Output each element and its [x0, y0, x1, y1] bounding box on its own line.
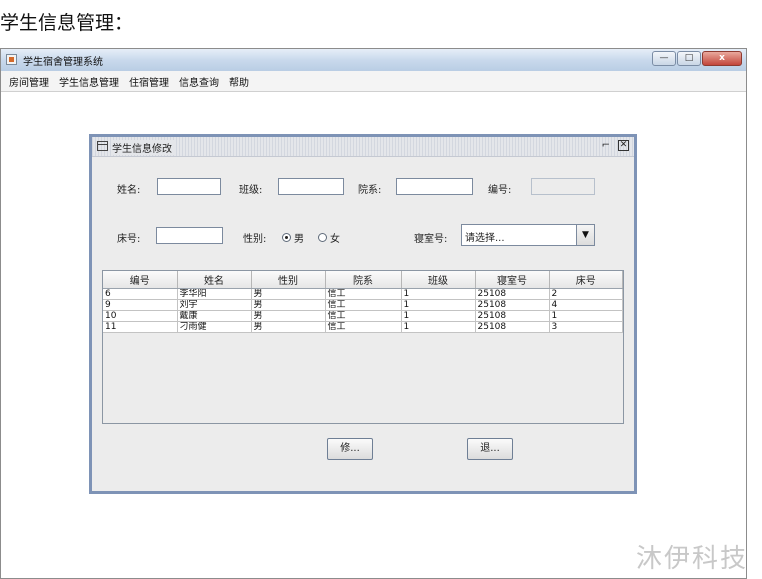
cell-dept: 信工: [325, 288, 402, 300]
class-field[interactable]: [278, 178, 344, 195]
cell-dept: 信工: [325, 321, 402, 333]
close-icon: x: [719, 53, 725, 63]
department-label: 院系:: [358, 185, 382, 196]
department-field[interactable]: [396, 178, 473, 195]
cell-bed: 4: [549, 299, 623, 311]
cell-id: 6: [103, 288, 178, 300]
cell-class: 1: [401, 321, 476, 333]
bed-field[interactable]: [156, 227, 223, 244]
cell-room: 25108: [475, 321, 550, 333]
cell-bed: 1: [549, 310, 623, 322]
menu-room-management[interactable]: 房间管理: [9, 74, 49, 89]
cell-bed: 2: [549, 288, 623, 300]
table-row[interactable]: 6 李华阳 男 信工 1 25108 2: [103, 288, 623, 300]
minimize-button[interactable]: —: [652, 51, 676, 66]
gender-female-label: 女: [330, 234, 340, 245]
frame-icon: [97, 141, 108, 151]
room-select-value: 请选择...: [465, 233, 505, 244]
window-titlebar[interactable]: 学生宿舍管理系统 — □ x: [1, 49, 746, 72]
dialog-title: 学生信息修改: [112, 140, 174, 155]
cell-dept: 信工: [325, 310, 402, 322]
table-row[interactable]: 9 刘宇 男 信工 1 25108 4: [103, 299, 623, 311]
gender-male-label: 男: [294, 234, 304, 245]
cell-room: 25108: [475, 288, 550, 300]
cell-name: 李华阳: [177, 288, 252, 300]
window-controls: — □ x: [652, 51, 742, 66]
cell-name: 刘宇: [177, 299, 252, 311]
gender-male-radio[interactable]: 男: [282, 230, 304, 245]
student-table: 编号 姓名 性别 院系 班级 寝室号 床号 6 李华阳 男 信工 1 25108: [102, 270, 624, 424]
column-header[interactable]: 班级: [401, 271, 476, 289]
exit-button[interactable]: 退...: [467, 438, 513, 460]
cell-id: 9: [103, 299, 178, 311]
room-label: 寝室号:: [414, 234, 448, 245]
app-icon: [6, 54, 17, 65]
name-label: 姓名:: [117, 185, 141, 196]
menu-bar: 房间管理 学生信息管理 住宿管理 信息查询 帮助: [1, 71, 746, 92]
cell-room: 25108: [475, 299, 550, 311]
column-header[interactable]: 编号: [103, 271, 178, 289]
cell-id: 11: [103, 321, 178, 333]
id-field: [531, 178, 595, 195]
id-label: 编号:: [488, 185, 512, 196]
maximize-icon: □: [684, 53, 694, 63]
cell-name: 戴康: [177, 310, 252, 322]
cell-class: 1: [401, 310, 476, 322]
menu-info-query[interactable]: 信息查询: [179, 74, 219, 89]
dropdown-arrow-icon[interactable]: ▼: [576, 225, 594, 245]
radio-selected-icon: [282, 233, 291, 242]
cell-dept: 信工: [325, 299, 402, 311]
modify-button[interactable]: 修...: [327, 438, 373, 460]
gender-label: 性别:: [243, 234, 267, 245]
column-header[interactable]: 院系: [325, 271, 402, 289]
room-select[interactable]: 请选择... ▼: [461, 224, 595, 246]
column-header[interactable]: 床号: [549, 271, 623, 289]
cell-gender: 男: [251, 288, 326, 300]
student-edit-dialog: 学生信息修改 ⌐ ✕ 姓名: 班级: 院系: 编号: 床号: 性别: 男 女 寝…: [89, 134, 637, 494]
minimize-icon: —: [659, 53, 669, 63]
cell-room: 25108: [475, 310, 550, 322]
restore-icon[interactable]: ⌐: [602, 140, 610, 151]
menu-help[interactable]: 帮助: [229, 74, 249, 89]
menu-student-info-management[interactable]: 学生信息管理: [59, 74, 119, 89]
column-header[interactable]: 性别: [251, 271, 326, 289]
gender-female-radio[interactable]: 女: [318, 230, 340, 245]
radio-unselected-icon: [318, 233, 327, 242]
cell-name: 刁雨健: [177, 321, 252, 333]
table-row[interactable]: 10 戴康 男 信工 1 25108 1: [103, 310, 623, 322]
page-heading: 学生信息管理：: [0, 12, 134, 34]
table-header-row: 编号 姓名 性别 院系 班级 寝室号 床号: [103, 271, 623, 289]
column-header[interactable]: 姓名: [177, 271, 252, 289]
watermark: 沐伊科技: [635, 544, 748, 574]
dialog-close-icon[interactable]: ✕: [618, 140, 629, 151]
menu-lodging-management[interactable]: 住宿管理: [129, 74, 169, 89]
window-title: 学生宿舍管理系统: [23, 57, 103, 68]
class-label: 班级:: [239, 185, 263, 196]
cell-class: 1: [401, 299, 476, 311]
table-row[interactable]: 11 刁雨健 男 信工 1 25108 3: [103, 321, 623, 333]
cell-class: 1: [401, 288, 476, 300]
cell-gender: 男: [251, 321, 326, 333]
cell-id: 10: [103, 310, 178, 322]
dialog-titlebar[interactable]: 学生信息修改 ⌐ ✕: [92, 137, 634, 157]
column-header[interactable]: 寝室号: [475, 271, 550, 289]
cell-gender: 男: [251, 310, 326, 322]
bed-label: 床号:: [117, 234, 141, 245]
maximize-button[interactable]: □: [677, 51, 701, 66]
cell-gender: 男: [251, 299, 326, 311]
name-field[interactable]: [157, 178, 221, 195]
cell-bed: 3: [549, 321, 623, 333]
close-button[interactable]: x: [702, 51, 742, 66]
